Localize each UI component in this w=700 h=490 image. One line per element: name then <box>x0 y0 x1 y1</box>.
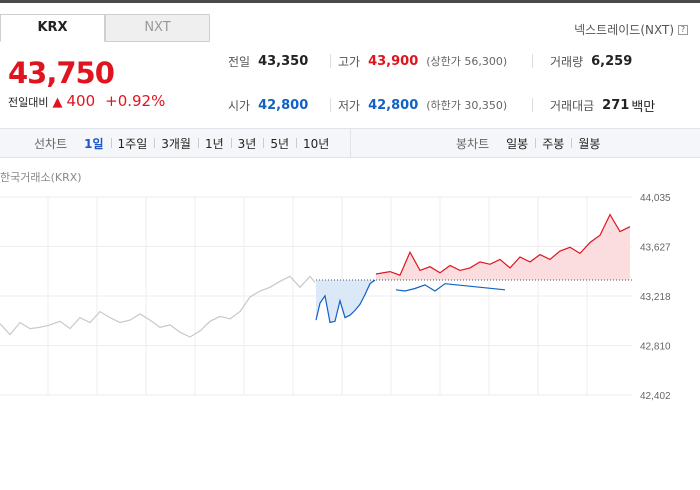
chart-period-bar: 선차트 1일 1주일 3개월 1년 3년 5년 10년 봉차트 일봉 주봉 월봉 <box>0 128 700 158</box>
lower-limit: (하한가 30,350) <box>426 99 508 112</box>
candle-weekly[interactable]: 주봉 <box>535 135 571 152</box>
change-amount: 400 <box>66 92 96 110</box>
prev-close-value: 43,350 <box>258 53 309 69</box>
candle-daily[interactable]: 일봉 <box>499 135 535 152</box>
y-tick-label: 42,402 <box>640 391 671 402</box>
turnover-value: 271 <box>602 97 630 113</box>
low-price: 저가 42,800 (하한가 30,350) <box>338 94 507 116</box>
exchange-tabs: KRX NXT <box>0 14 210 42</box>
period-3m[interactable]: 3개월 <box>154 135 198 152</box>
period-1d[interactable]: 1일 <box>77 135 110 152</box>
high-value: 43,900 <box>368 53 419 69</box>
prev-close-label: 전일 <box>228 54 251 69</box>
volume: 거래량 6,259 <box>550 50 632 72</box>
stats-row-2: 시가 42,800 저가 42,800 (하한가 30,350) 거래대금 27… <box>210 94 700 116</box>
candle-periods: 봉차트 일봉 주봉 월봉 <box>456 129 607 157</box>
open-price: 시가 42,800 <box>228 94 308 116</box>
top-border <box>0 0 700 3</box>
candle-chart-title: 봉차트 <box>456 136 490 151</box>
low-value: 42,800 <box>368 97 419 113</box>
price-change: 전일대비 ▲ 400 +0.92% <box>8 92 165 110</box>
high-price: 고가 43,900 (상한가 56,300) <box>338 50 507 72</box>
turnover: 거래대금 271 백만 <box>550 94 655 116</box>
y-tick-label: 44,035 <box>640 193 671 204</box>
period-5y[interactable]: 5년 <box>263 135 296 152</box>
candle-monthly[interactable]: 월봉 <box>571 135 607 152</box>
turnover-unit: 백만 <box>631 99 656 115</box>
turnover-label: 거래대금 <box>550 98 595 113</box>
period-divider <box>350 129 351 157</box>
nxt-info-link[interactable]: 넥스트레이드(NXT) ? <box>574 21 688 38</box>
volume-label: 거래량 <box>550 54 584 69</box>
low-label: 저가 <box>338 98 361 113</box>
upper-limit: (상한가 56,300) <box>426 55 508 68</box>
y-tick-label: 43,218 <box>640 292 671 303</box>
tab-nxt[interactable]: NXT <box>105 14 210 42</box>
period-1w[interactable]: 1주일 <box>110 135 155 152</box>
help-icon[interactable]: ? <box>678 24 688 35</box>
prev-close: 전일 43,350 <box>228 50 308 72</box>
stats-row-1: 전일 43,350 고가 43,900 (상한가 56,300) 거래량 6,2… <box>210 50 700 72</box>
tab-krx[interactable]: KRX <box>0 14 105 42</box>
up-arrow-icon: ▲ <box>52 95 63 110</box>
period-3y[interactable]: 3년 <box>230 135 264 152</box>
period-1y[interactable]: 1년 <box>197 135 231 152</box>
price-chart: 44,035 43,627 43,218 42,810 42,402 <box>0 193 671 402</box>
above-baseline-area <box>376 214 630 281</box>
period-10y[interactable]: 10년 <box>296 135 336 152</box>
y-tick-label: 42,810 <box>640 342 671 353</box>
y-tick-label: 43,627 <box>640 242 671 253</box>
open-label: 시가 <box>228 98 251 113</box>
line-chart-periods: 선차트 1일 1주일 3개월 1년 3년 5년 10년 <box>34 129 336 157</box>
history-series-line <box>0 275 316 338</box>
change-percent: +0.92% <box>105 92 166 110</box>
high-label: 고가 <box>338 54 361 69</box>
below-baseline-area <box>316 280 375 323</box>
line-chart-title: 선차트 <box>34 136 68 151</box>
nxt-link-label: 넥스트레이드(NXT) <box>574 23 674 37</box>
volume-value: 6,259 <box>591 53 633 69</box>
change-label: 전일대비 <box>8 96 49 109</box>
open-value: 42,800 <box>258 97 309 113</box>
current-price: 43,750 <box>8 56 115 90</box>
